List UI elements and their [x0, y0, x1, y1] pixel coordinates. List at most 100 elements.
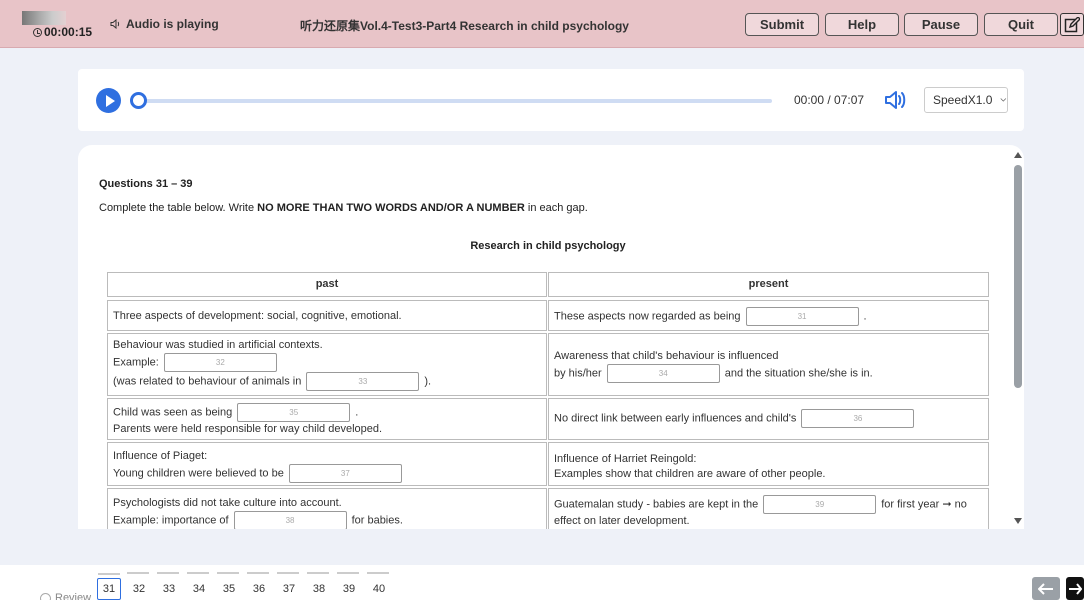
answer-input-39[interactable]: 39: [763, 495, 877, 514]
cell-text: Parents were held responsible for way ch…: [113, 423, 383, 435]
question-nav-36[interactable]: 36: [247, 572, 271, 600]
notes-button[interactable]: [1060, 13, 1084, 36]
progress-track[interactable]: [136, 99, 772, 103]
question-panel: Questions 31 – 39 Complete the table bel…: [78, 145, 1024, 529]
question-number: 35: [222, 583, 236, 595]
answer-input-34[interactable]: 34: [606, 364, 720, 383]
cell-text: Influence of Harriet Reingold:: [554, 453, 697, 465]
cell-text: Examples show that children are aware of…: [554, 468, 826, 480]
answer-input-37[interactable]: 37: [288, 464, 402, 483]
cell-text: Influence of Piaget:: [113, 450, 208, 462]
pause-button[interactable]: Pause: [904, 13, 978, 36]
help-button[interactable]: Help: [825, 13, 899, 36]
question-nav-34[interactable]: 34: [187, 572, 211, 600]
review-toggle[interactable]: Review: [40, 592, 91, 600]
cell-text: and the situation she/she is in.: [724, 367, 873, 380]
question-number: 40: [372, 583, 386, 595]
question-number: 32: [132, 583, 146, 595]
submit-button[interactable]: Submit: [745, 13, 819, 36]
cell-text: Awareness that child's behaviour is infl…: [554, 350, 779, 362]
cell-text: Psychologists did not take culture into …: [113, 497, 342, 509]
question-number: 31: [102, 583, 116, 595]
answer-input-32[interactable]: 32: [163, 353, 277, 372]
question-nav-33[interactable]: 33: [157, 572, 181, 600]
edit-icon: [1064, 16, 1080, 32]
table-row: Influence of Piaget: Young children were…: [107, 442, 547, 486]
question-number: 33: [162, 583, 176, 595]
column-header-past: past: [107, 272, 547, 297]
cell-text: Example: importance of: [113, 514, 229, 527]
cell-text: for first year ➞ no: [881, 498, 967, 511]
answer-input-36[interactable]: 36: [801, 409, 915, 428]
questions-heading: Questions 31 – 39: [99, 178, 193, 190]
answer-input-38[interactable]: 38: [233, 511, 347, 529]
instruction-emphasis: NO MORE THAN TWO WORDS AND/OR A NUMBER: [257, 202, 525, 214]
speed-value: SpeedX1.0: [933, 93, 993, 107]
content-scrollbar[interactable]: [1013, 152, 1023, 524]
question-nav-39[interactable]: 39: [337, 572, 361, 600]
scroll-thumb[interactable]: [1014, 165, 1022, 388]
cell-text: Behaviour was studied in artificial cont…: [113, 339, 323, 351]
question-nav-40[interactable]: 40: [367, 572, 391, 600]
question-number: 34: [192, 583, 206, 595]
cell-text: Child was seen as being: [113, 406, 233, 419]
table-row: No direct link between early influences …: [548, 398, 989, 440]
arrow-left-icon: [1038, 582, 1053, 595]
cell-text: Example:: [113, 356, 159, 369]
audio-status-label: Audio is playing: [126, 17, 219, 31]
table-row: Behaviour was studied in artificial cont…: [107, 333, 547, 396]
previous-button[interactable]: [1032, 577, 1060, 600]
speaker-icon: [110, 19, 120, 29]
scroll-up-icon[interactable]: [1014, 152, 1022, 158]
clock-icon: [33, 27, 42, 37]
question-number: 39: [342, 583, 356, 595]
cell-text: .: [355, 406, 359, 419]
table-row: These aspects now regarded as being 31.: [548, 300, 989, 331]
scroll-down-icon[interactable]: [1014, 518, 1022, 524]
question-number: 36: [252, 583, 266, 595]
chevron-down-icon: [1000, 98, 1007, 102]
table-row: Three aspects of development: social, co…: [107, 300, 547, 331]
question-nav-31[interactable]: 31: [97, 573, 121, 600]
review-checkbox[interactable]: [40, 592, 51, 600]
timer-value: 00:00:15: [44, 25, 93, 39]
progress-knob[interactable]: [130, 92, 147, 109]
column-header-present: present: [548, 272, 989, 297]
speed-select[interactable]: SpeedX1.0: [924, 87, 1008, 113]
cell-text: No direct link between early influences …: [554, 412, 797, 425]
table-row: Guatemalan study - babies are kept in th…: [548, 488, 989, 529]
top-bar: 00:00:15 Audio is playing 听力还原集Vol.4-Tes…: [0, 0, 1084, 48]
cell-text: Three aspects of development: social, co…: [113, 310, 402, 322]
answer-input-31[interactable]: 31: [745, 307, 859, 326]
playback-time: 00:00 / 07:07: [794, 93, 865, 107]
quit-button[interactable]: Quit: [984, 13, 1058, 36]
cell-text: ).: [424, 375, 432, 388]
table-row: Psychologists did not take culture into …: [107, 488, 547, 529]
instruction-text-end: in each gap.: [524, 202, 588, 214]
instruction-text: Complete the table below. Write: [99, 202, 258, 214]
cell-text: Guatemalan study - babies are kept in th…: [554, 498, 759, 511]
arrow-right-icon: [1069, 582, 1082, 595]
answer-input-33[interactable]: 33: [306, 372, 420, 391]
question-navigator: Review 31 32 33 34 35 36 37 38 39 40: [0, 565, 1084, 600]
cell-text: for babies.: [351, 514, 403, 527]
review-label: Review: [55, 592, 92, 600]
question-nav-35[interactable]: 35: [217, 572, 241, 600]
audio-player: 00:00 / 07:07 SpeedX1.0: [78, 69, 1024, 131]
answer-input-35[interactable]: 35: [237, 403, 351, 422]
question-nav-32[interactable]: 32: [127, 572, 151, 600]
cell-text: These aspects now regarded as being: [554, 310, 741, 323]
table-title: Research in child psychology: [470, 240, 626, 252]
volume-icon[interactable]: [884, 89, 908, 111]
play-icon[interactable]: [96, 88, 121, 113]
instruction: Complete the table below. Write NO MORE …: [99, 202, 588, 214]
timer: 00:00:15: [33, 25, 92, 39]
table-row: Awareness that child's behaviour is infl…: [548, 333, 989, 396]
test-title: 听力还原集Vol.4-Test3-Part4 Research in child…: [300, 19, 629, 33]
table-row: Influence of Harriet Reingold: Examples …: [548, 442, 989, 486]
question-nav-38[interactable]: 38: [307, 572, 331, 600]
cell-text: effect on later development.: [554, 515, 690, 527]
question-nav-37[interactable]: 37: [277, 572, 301, 600]
question-number: 37: [282, 583, 296, 595]
next-button[interactable]: [1066, 577, 1084, 600]
